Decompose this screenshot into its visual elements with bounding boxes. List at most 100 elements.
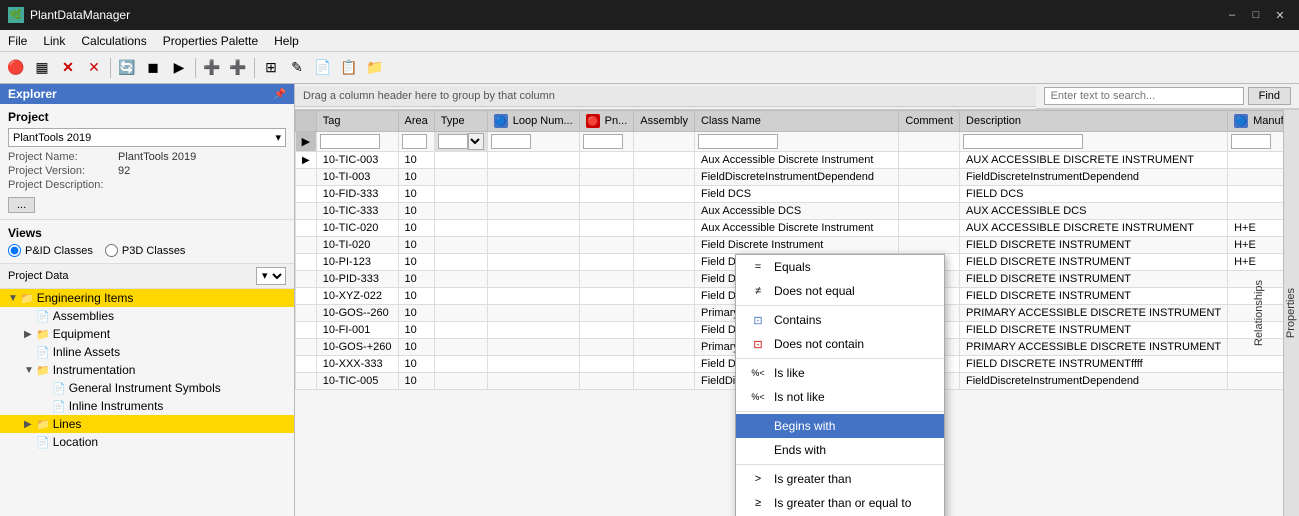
col-description[interactable]: Description <box>960 111 1228 132</box>
table-row[interactable]: 10-TIC-33310Aux Accessible DCSAUX ACCESS… <box>296 203 1284 220</box>
tb-btn-5[interactable]: ◼ <box>141 56 165 80</box>
tb-btn-add2[interactable]: ➕ <box>226 56 250 80</box>
find-button[interactable]: Find <box>1248 87 1291 105</box>
filter-manufact[interactable] <box>1228 132 1283 152</box>
properties-sidebar[interactable]: Properties Relationships <box>1283 110 1299 516</box>
filter-manufact-input[interactable] <box>1231 134 1271 149</box>
filter-pn[interactable] <box>579 132 634 152</box>
tree-item-general-instruments[interactable]: 📄 General Instrument Symbols <box>0 379 294 397</box>
tb-btn-refresh[interactable]: 🔄 <box>115 56 139 80</box>
tree-item-instrumentation[interactable]: ▼ 📁 Instrumentation <box>0 361 294 379</box>
cell-assembly <box>634 356 695 373</box>
tb-btn-close[interactable]: ✕ <box>82 56 106 80</box>
filter-classname[interactable] <box>694 132 898 152</box>
col-tag[interactable]: Tag <box>316 111 398 132</box>
row-marker-cell <box>296 271 317 288</box>
filter-type-input[interactable] <box>438 134 468 149</box>
pid-radio[interactable] <box>8 244 21 257</box>
tb-btn-add1[interactable]: ➕ <box>200 56 224 80</box>
filter-begins-with[interactable]: Begins with <box>736 414 944 438</box>
tree-item-engineering[interactable]: ▼ 📁 Engineering Items <box>0 289 294 307</box>
properties-tab[interactable]: Properties <box>1285 284 1297 342</box>
col-loop[interactable]: 🔵Loop Num... <box>487 111 579 132</box>
filter-ends-with[interactable]: Ends with <box>736 438 944 462</box>
menu-calculations[interactable]: Calculations <box>73 32 154 50</box>
table-row[interactable]: 10-TI-02010Field Discrete InstrumentFIEL… <box>296 237 1284 254</box>
project-dropdown[interactable]: PlantTools 2019 ▾ <box>8 128 286 147</box>
table-row[interactable]: 10-TIC-02010Aux Accessible Discrete Inst… <box>296 220 1284 237</box>
filter-comment[interactable] <box>899 132 960 152</box>
tb-btn-folder[interactable]: 📁 <box>363 56 387 80</box>
col-manufact[interactable]: 🔵Manufact <box>1228 111 1283 132</box>
filter-greater-equal[interactable]: ≥ Is greater than or equal to <box>736 491 944 515</box>
tb-btn-doc[interactable]: 📄 <box>311 56 335 80</box>
table-row[interactable]: 10-FID-33310Field DCSFIELD DCS <box>296 186 1284 203</box>
filter-tag[interactable] <box>316 132 398 152</box>
project-desc-button[interactable]: ... <box>8 197 35 213</box>
tb-btn-grid[interactable]: ⊞ <box>259 56 283 80</box>
filter-greater-than[interactable]: > Is greater than <box>736 467 944 491</box>
filter-type[interactable]: ▾ <box>434 132 487 152</box>
maximize-button[interactable]: □ <box>1245 5 1267 25</box>
cell-type <box>434 373 487 390</box>
cell-pn <box>579 169 634 186</box>
filter-pn-input[interactable] <box>583 134 623 149</box>
filter-equals[interactable]: = Equals <box>736 255 944 279</box>
pin-icon[interactable]: 📌 <box>274 89 286 100</box>
filter-tag-input[interactable] <box>320 134 380 149</box>
filter-type-select[interactable]: ▾ <box>468 133 484 150</box>
col-classname[interactable]: Class Name <box>694 111 898 132</box>
tree-dropdown[interactable]: ▾ <box>256 267 286 285</box>
filter-assembly[interactable] <box>634 132 695 152</box>
menu-help[interactable]: Help <box>266 32 307 50</box>
cell-area: 10 <box>398 339 434 356</box>
cell-manufact: H+E <box>1228 237 1283 254</box>
tb-btn-2[interactable]: ▦ <box>30 56 54 80</box>
relationships-tab[interactable]: Relationships <box>1253 276 1265 350</box>
pid-radio-label[interactable]: P&ID Classes <box>8 244 93 257</box>
filter-classname-input[interactable] <box>698 134 778 149</box>
col-pn[interactable]: 🔴Pn... <box>579 111 634 132</box>
tree-item-inline-instruments[interactable]: 📄 Inline Instruments <box>0 397 294 415</box>
filter-is-like[interactable]: %< Is like <box>736 361 944 385</box>
p3d-radio-label[interactable]: P3D Classes <box>105 244 186 257</box>
tb-btn-edit[interactable]: ✎ <box>285 56 309 80</box>
col-type[interactable]: Type <box>434 111 487 132</box>
filter-not-equal[interactable]: ≠ Does not equal <box>736 279 944 303</box>
col-comment[interactable]: Comment <box>899 111 960 132</box>
tree-item-inline[interactable]: 📄 Inline Assets <box>0 343 294 361</box>
window-controls[interactable]: – □ ✕ <box>1221 5 1291 25</box>
minimize-button[interactable]: – <box>1221 5 1243 25</box>
col-area[interactable]: Area <box>398 111 434 132</box>
tree-item-assemblies[interactable]: 📄 Assemblies <box>0 307 294 325</box>
menu-link[interactable]: Link <box>35 32 73 50</box>
filter-area[interactable] <box>398 132 434 152</box>
table-row[interactable]: ▶10-TIC-00310Aux Accessible Discrete Ins… <box>296 152 1284 169</box>
p3d-radio[interactable] <box>105 244 118 257</box>
filter-description-input[interactable] <box>963 134 1083 149</box>
filter-description[interactable] <box>960 132 1228 152</box>
tb-btn-6[interactable]: ▶ <box>167 56 191 80</box>
filter-loop-input[interactable] <box>491 134 531 149</box>
app-icon: 🌿 <box>8 7 24 23</box>
tree-item-location[interactable]: 📄 Location <box>0 433 294 451</box>
table-row[interactable]: 10-TI-00310FieldDiscreteInstrumentDepend… <box>296 169 1284 186</box>
tb-btn-1[interactable]: 🔴 <box>4 56 28 80</box>
search-input[interactable] <box>1044 87 1244 105</box>
close-button[interactable]: ✕ <box>1269 5 1291 25</box>
menu-file[interactable]: File <box>0 32 35 50</box>
tb-btn-clipboard[interactable]: 📋 <box>337 56 361 80</box>
filter-loop[interactable] <box>487 132 579 152</box>
filter-not-contain[interactable]: ⊡ Does not contain <box>736 332 944 356</box>
menu-properties-palette[interactable]: Properties Palette <box>155 32 266 50</box>
filter-not-like[interactable]: %< Is not like <box>736 385 944 409</box>
filter-area-input[interactable] <box>402 134 427 149</box>
tb-btn-delete[interactable]: ✕ <box>56 56 80 80</box>
cell-area: 10 <box>398 254 434 271</box>
col-assembly[interactable]: Assembly <box>634 111 695 132</box>
cell-loop <box>487 237 579 254</box>
filter-contains[interactable]: ⊡ Contains <box>736 308 944 332</box>
tree-item-lines[interactable]: ▶ 📁 Lines <box>0 415 294 433</box>
row-marker-cell <box>296 339 317 356</box>
tree-item-equipment[interactable]: ▶ 📁 Equipment <box>0 325 294 343</box>
